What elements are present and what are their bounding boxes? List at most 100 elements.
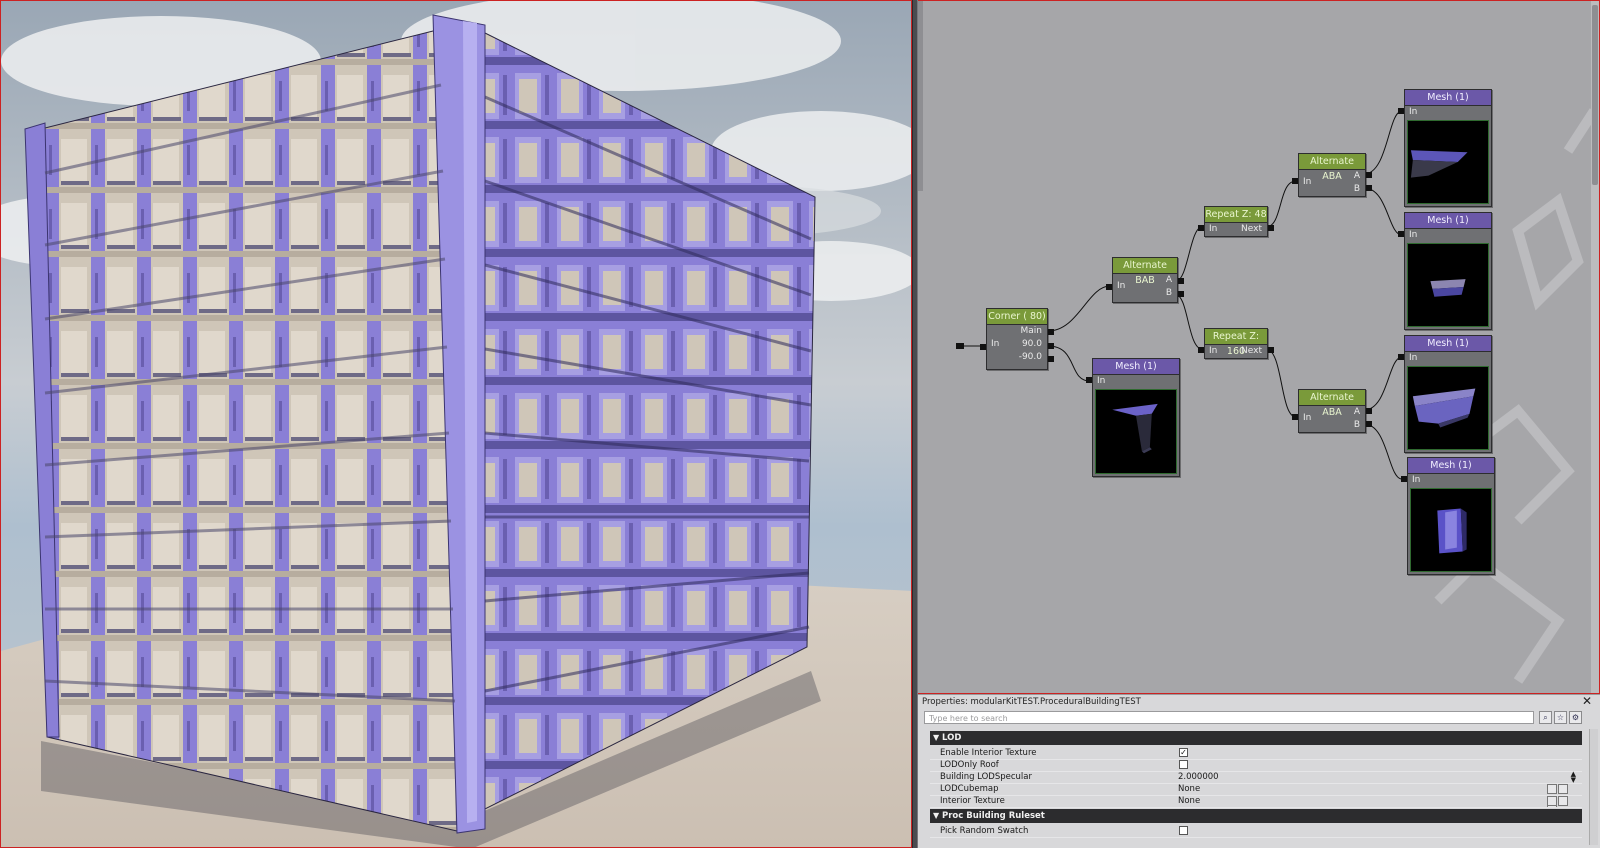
output-pin-b[interactable] <box>1366 421 1372 427</box>
input-pin[interactable] <box>1106 284 1112 290</box>
node-alternate-bab[interactable]: Alternate BAB A In B <box>1106 257 1184 303</box>
category-label: LOD <box>942 733 962 743</box>
pin-label-b: B <box>1353 420 1360 430</box>
search-icon[interactable]: ⌕ <box>1539 711 1552 724</box>
node-mesh-3[interactable]: Mesh (1) In <box>1398 335 1492 453</box>
collapse-triangle-icon[interactable]: ▼ <box>933 731 939 745</box>
pin-label-b: B <box>1353 184 1360 194</box>
output-pin-a[interactable] <box>1178 278 1184 284</box>
mesh-thumbnail <box>1112 403 1158 454</box>
property-label: Pick Random Swatch <box>940 826 1029 836</box>
pin-label-a: A <box>1165 275 1172 285</box>
pin-label-in: In <box>1303 177 1312 187</box>
property-row: Pick Random Swatch <box>930 825 1582 838</box>
node-corner[interactable]: Corner ( 80) Main In 90.0 -90.0 <box>980 308 1054 370</box>
node-repeat-z-48[interactable]: Repeat Z: 48 In Next <box>1198 206 1274 237</box>
mesh-thumbnail <box>1412 388 1476 428</box>
input-pin[interactable] <box>1398 108 1404 114</box>
node-mesh-center[interactable]: Mesh (1) In <box>1086 358 1180 477</box>
output-pin-next[interactable] <box>1268 225 1274 231</box>
node-title: Mesh (1) <box>1405 213 1491 229</box>
node-title: Mesh (1) <box>1093 359 1179 375</box>
property-label: Enable Interior Texture <box>940 748 1037 758</box>
node-title: Alternate ABA <box>1299 390 1365 418</box>
property-search-input[interactable]: Type here to search <box>924 711 1534 724</box>
browse-icon[interactable] <box>1558 796 1568 806</box>
input-pin[interactable] <box>1292 178 1298 184</box>
node-alternate-aba-bottom[interactable]: Alternate ABA A In B <box>1292 389 1372 433</box>
input-pin[interactable] <box>1292 414 1298 420</box>
node-title: Mesh (1) <box>1408 458 1494 474</box>
asset-picker-buttons[interactable] <box>1546 796 1576 820</box>
asset-picker-buttons[interactable] <box>1546 784 1576 808</box>
lodcubemap-value[interactable]: None <box>1178 783 1200 795</box>
node-title: Mesh (1) <box>1405 90 1491 106</box>
mesh-preview <box>1407 366 1489 450</box>
node-title: Mesh (1) <box>1405 336 1491 352</box>
node-title: Alternate BAB <box>1113 258 1177 286</box>
mesh-preview <box>1407 243 1489 327</box>
output-pin-a[interactable] <box>1366 408 1372 414</box>
category-proc-building-ruleset[interactable]: ▼ Proc Building Ruleset <box>930 809 1582 823</box>
pin-label-in: In <box>1209 224 1218 234</box>
pin-label-b: B <box>1165 288 1172 298</box>
lodonly-roof-checkbox[interactable] <box>1179 760 1188 769</box>
output-pin-next[interactable] <box>1268 347 1274 353</box>
close-icon[interactable]: ✕ <box>1582 694 1592 708</box>
favorites-icon[interactable]: ☆ <box>1554 711 1567 724</box>
node-repeat-z-160[interactable]: Repeat Z: 160 In Next <box>1198 328 1274 359</box>
interior-texture-value[interactable]: None <box>1178 795 1200 807</box>
use-selected-icon[interactable] <box>1547 784 1557 794</box>
pin-label-next: Next <box>1241 346 1262 356</box>
mesh-thumbnail <box>1410 150 1468 178</box>
output-pin-main[interactable] <box>1048 329 1054 335</box>
3d-viewport[interactable] <box>0 0 912 848</box>
browse-icon[interactable] <box>1558 784 1568 794</box>
node-title: Repeat Z: 160 <box>1205 329 1267 357</box>
node-mesh-4[interactable]: Mesh (1) In <box>1401 457 1495 575</box>
node-mesh-1[interactable]: Mesh (1) In <box>1398 89 1492 207</box>
input-pin[interactable] <box>1198 347 1204 353</box>
output-pin-90[interactable] <box>1048 343 1054 349</box>
lock-icon[interactable]: ⚙ <box>1569 711 1582 724</box>
graph-scrollbar[interactable] <box>1591 1 1599 693</box>
pin-label-in: In <box>1209 346 1218 356</box>
input-pin[interactable] <box>1398 354 1404 360</box>
property-label: LODCubemap <box>940 784 999 794</box>
use-selected-icon[interactable] <box>1547 796 1557 806</box>
pin-label-in: In <box>991 339 1000 349</box>
node-mesh-2[interactable]: Mesh (1) In <box>1398 212 1492 330</box>
building-lodspecular-value[interactable]: 2.000000 <box>1178 771 1219 783</box>
properties-panel: Properties: modularKitTEST.ProceduralBui… <box>918 694 1600 848</box>
output-pin-b[interactable] <box>1366 185 1372 191</box>
input-pin[interactable] <box>1398 231 1404 237</box>
input-pin[interactable] <box>1198 225 1204 231</box>
pin-label-90: 90.0 <box>1021 339 1042 349</box>
input-pin[interactable] <box>1086 377 1092 383</box>
pin-label-in: In <box>1412 475 1421 485</box>
node-alternate-aba-top[interactable]: Alternate ABA A In B <box>1292 153 1372 197</box>
pin-label-in: In <box>1409 107 1418 117</box>
pin-label-in: In <box>1117 281 1126 291</box>
node-title: Repeat Z: 48 <box>1205 207 1267 223</box>
mesh-preview <box>1407 120 1489 204</box>
input-pin[interactable] <box>1401 476 1407 482</box>
properties-scrollbar[interactable] <box>1589 729 1598 845</box>
category-lod[interactable]: ▼ LOD <box>930 731 1582 745</box>
output-pin-b[interactable] <box>1178 291 1184 297</box>
graph-left-scrollbar[interactable] <box>918 1 923 191</box>
pick-random-swatch-checkbox[interactable] <box>1179 826 1188 835</box>
enable-interior-texture-checkbox[interactable]: ✓ <box>1179 748 1188 757</box>
input-pin[interactable] <box>980 344 986 350</box>
pin-label-neg90: -90.0 <box>1018 352 1042 362</box>
pin-label-in: In <box>1303 413 1312 423</box>
collapse-triangle-icon[interactable]: ▼ <box>933 809 939 823</box>
node-graph-canvas[interactable]: Corner ( 80) Main In 90.0 -90.0 Alternate… <box>918 0 1600 694</box>
output-pin-neg90[interactable] <box>1048 356 1054 362</box>
pin-label-a: A <box>1353 171 1360 181</box>
spinner-arrows-icon[interactable]: ▲ ▼ <box>1571 771 1576 784</box>
output-pin-a[interactable] <box>1366 172 1372 178</box>
mesh-preview <box>1410 488 1492 572</box>
category-label: Proc Building Ruleset <box>942 811 1045 821</box>
graph-scroll-thumb[interactable] <box>1592 5 1598 185</box>
